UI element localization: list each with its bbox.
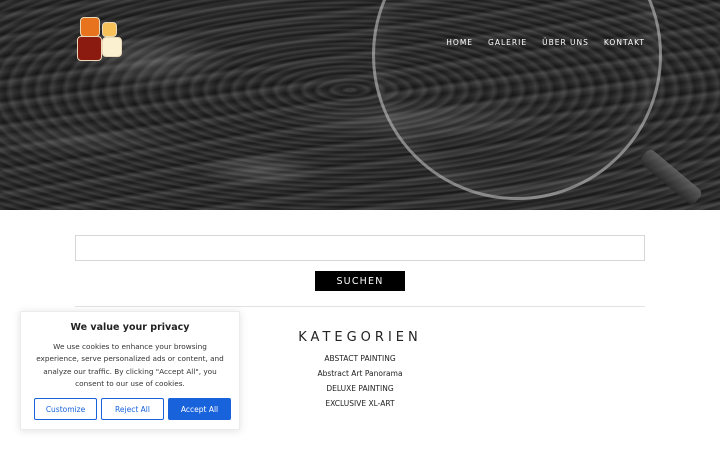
category-link[interactable]: DELUXE PAINTING	[326, 384, 393, 393]
section-divider	[75, 306, 645, 307]
cookie-button-group: Customize Reject All Accept All	[34, 398, 231, 420]
search-input[interactable]	[75, 235, 645, 261]
category-link[interactable]: EXCLUSIVE XL-ART	[325, 399, 394, 408]
cookie-text: We use cookies to enhance your browsing …	[36, 342, 224, 389]
list-item: DELUXE PAINTING	[260, 381, 460, 396]
categories-list: ABSTACT PAINTING Abstract Art Panorama D…	[260, 351, 460, 411]
site-logo[interactable]	[77, 17, 123, 63]
search-button[interactable]: SUCHEN	[315, 271, 405, 291]
cookie-title: We value your privacy	[70, 322, 190, 333]
list-item: EXCLUSIVE XL-ART	[260, 396, 460, 411]
list-item: Abstract Art Panorama	[260, 366, 460, 381]
nav-item-home[interactable]: HOME	[446, 38, 473, 47]
accept-all-button[interactable]: Accept All	[168, 398, 231, 420]
customize-button[interactable]: Customize	[34, 398, 97, 420]
logo-square-yellow	[102, 22, 117, 37]
reject-all-button[interactable]: Reject All	[101, 398, 164, 420]
nav-item-kontakt[interactable]: KONTAKT	[604, 38, 645, 47]
list-item: ABSTACT PAINTING	[260, 351, 460, 366]
categories-section: KATEGORIEN ABSTACT PAINTING Abstract Art…	[260, 330, 460, 411]
logo-square-cream	[102, 37, 122, 57]
nav-item-ueber-uns[interactable]: ÜBER UNS	[542, 38, 589, 47]
main-navigation: HOME GALERIE ÜBER UNS KONTAKT	[446, 38, 645, 47]
category-link[interactable]: Abstract Art Panorama	[317, 369, 402, 378]
cookie-consent-banner: We value your privacy We use cookies to …	[20, 311, 240, 430]
nav-item-galerie[interactable]: GALERIE	[488, 38, 527, 47]
logo-square-red	[77, 36, 102, 61]
category-link[interactable]: ABSTACT PAINTING	[324, 354, 395, 363]
categories-title: KATEGORIEN	[298, 330, 422, 345]
logo-square-orange	[80, 17, 100, 37]
